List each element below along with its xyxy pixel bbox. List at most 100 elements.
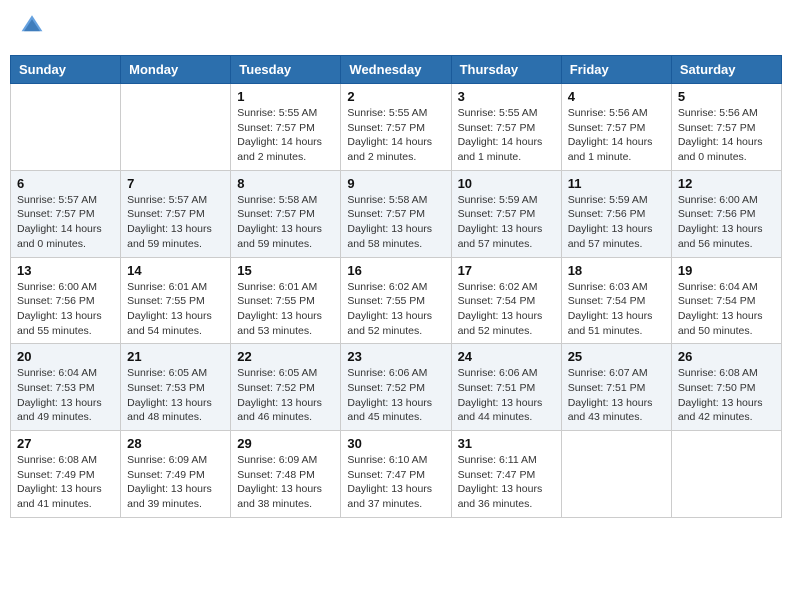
day-number: 20: [17, 349, 114, 364]
calendar-cell: 28 Sunrise: 6:09 AM Sunset: 7:49 PM Dayli…: [121, 431, 231, 518]
calendar-row: 13 Sunrise: 6:00 AM Sunset: 7:56 PM Dayli…: [11, 257, 782, 344]
day-detail: Sunrise: 6:05 AM Sunset: 7:53 PM Dayligh…: [127, 366, 224, 425]
weekday-header: Friday: [561, 56, 671, 84]
day-number: 6: [17, 176, 114, 191]
calendar-cell: 18 Sunrise: 6:03 AM Sunset: 7:54 PM Dayli…: [561, 257, 671, 344]
day-number: 13: [17, 263, 114, 278]
calendar-cell: 16Sunrise: 6:02 AM Sunset: 7:55 PM Dayli…: [341, 257, 451, 344]
calendar-row: 20 Sunrise: 6:04 AM Sunset: 7:53 PM Dayli…: [11, 344, 782, 431]
calendar-cell: 22Sunrise: 6:05 AM Sunset: 7:52 PM Dayli…: [231, 344, 341, 431]
day-detail: Sunrise: 6:00 AM Sunset: 7:56 PM Dayligh…: [17, 280, 114, 339]
calendar-cell: 20 Sunrise: 6:04 AM Sunset: 7:53 PM Dayli…: [11, 344, 121, 431]
calendar-cell: [561, 431, 671, 518]
calendar-cell: 10 Sunrise: 5:59 AM Sunset: 7:57 PM Dayli…: [451, 170, 561, 257]
weekday-header: Tuesday: [231, 56, 341, 84]
weekday-header: Sunday: [11, 56, 121, 84]
calendar-cell: 8 Sunrise: 5:58 AM Sunset: 7:57 PM Daylig…: [231, 170, 341, 257]
day-detail: Sunrise: 5:59 AM Sunset: 7:56 PM Dayligh…: [568, 193, 665, 252]
day-detail: Sunrise: 5:56 AM Sunset: 7:57 PM Dayligh…: [678, 106, 775, 165]
calendar-cell: 15 Sunrise: 6:01 AM Sunset: 7:55 PM Dayli…: [231, 257, 341, 344]
day-detail: Sunrise: 5:58 AM Sunset: 7:57 PM Dayligh…: [347, 193, 444, 252]
day-detail: Sunrise: 6:09 AM Sunset: 7:49 PM Dayligh…: [127, 453, 224, 512]
day-detail: Sunrise: 6:00 AM Sunset: 7:56 PM Dayligh…: [678, 193, 775, 252]
day-detail: Sunrise: 6:04 AM Sunset: 7:53 PM Dayligh…: [17, 366, 114, 425]
calendar-cell: 24 Sunrise: 6:06 AM Sunset: 7:51 PM Dayli…: [451, 344, 561, 431]
day-detail: Sunrise: 6:03 AM Sunset: 7:54 PM Dayligh…: [568, 280, 665, 339]
weekday-header: Saturday: [671, 56, 781, 84]
calendar-row: 6 Sunrise: 5:57 AM Sunset: 7:57 PM Daylig…: [11, 170, 782, 257]
calendar-row: 1 Sunrise: 5:55 AM Sunset: 7:57 PM Daylig…: [11, 84, 782, 171]
calendar-cell: 25Sunrise: 6:07 AM Sunset: 7:51 PM Dayli…: [561, 344, 671, 431]
day-number: 9: [347, 176, 444, 191]
day-number: 31: [458, 436, 555, 451]
day-detail: Sunrise: 6:06 AM Sunset: 7:52 PM Dayligh…: [347, 366, 444, 425]
calendar-cell: 9 Sunrise: 5:58 AM Sunset: 7:57 PM Daylig…: [341, 170, 451, 257]
calendar-cell: 21Sunrise: 6:05 AM Sunset: 7:53 PM Dayli…: [121, 344, 231, 431]
day-number: 19: [678, 263, 775, 278]
calendar-cell: 19 Sunrise: 6:04 AM Sunset: 7:54 PM Dayli…: [671, 257, 781, 344]
calendar-cell: [11, 84, 121, 171]
day-detail: Sunrise: 5:55 AM Sunset: 7:57 PM Dayligh…: [237, 106, 334, 165]
calendar-cell: 11 Sunrise: 5:59 AM Sunset: 7:56 PM Dayli…: [561, 170, 671, 257]
calendar-cell: 27 Sunrise: 6:08 AM Sunset: 7:49 PM Dayli…: [11, 431, 121, 518]
day-detail: Sunrise: 6:02 AM Sunset: 7:54 PM Dayligh…: [458, 280, 555, 339]
day-number: 30: [347, 436, 444, 451]
day-number: 10: [458, 176, 555, 191]
calendar-cell: 26Sunrise: 6:08 AM Sunset: 7:50 PM Dayli…: [671, 344, 781, 431]
calendar-cell: 6 Sunrise: 5:57 AM Sunset: 7:57 PM Daylig…: [11, 170, 121, 257]
day-detail: Sunrise: 6:08 AM Sunset: 7:49 PM Dayligh…: [17, 453, 114, 512]
calendar-cell: 1 Sunrise: 5:55 AM Sunset: 7:57 PM Daylig…: [231, 84, 341, 171]
calendar-cell: 17 Sunrise: 6:02 AM Sunset: 7:54 PM Dayli…: [451, 257, 561, 344]
day-number: 23: [347, 349, 444, 364]
logo-icon: [20, 13, 44, 35]
calendar-cell: 13 Sunrise: 6:00 AM Sunset: 7:56 PM Dayli…: [11, 257, 121, 344]
day-detail: Sunrise: 5:58 AM Sunset: 7:57 PM Dayligh…: [237, 193, 334, 252]
day-detail: Sunrise: 6:04 AM Sunset: 7:54 PM Dayligh…: [678, 280, 775, 339]
day-number: 18: [568, 263, 665, 278]
calendar-cell: 5Sunrise: 5:56 AM Sunset: 7:57 PM Daylig…: [671, 84, 781, 171]
calendar-cell: 4 Sunrise: 5:56 AM Sunset: 7:57 PM Daylig…: [561, 84, 671, 171]
day-number: 15: [237, 263, 334, 278]
day-detail: Sunrise: 5:55 AM Sunset: 7:57 PM Dayligh…: [347, 106, 444, 165]
day-number: 27: [17, 436, 114, 451]
day-detail: Sunrise: 5:59 AM Sunset: 7:57 PM Dayligh…: [458, 193, 555, 252]
day-detail: Sunrise: 5:57 AM Sunset: 7:57 PM Dayligh…: [17, 193, 114, 252]
calendar-cell: 14 Sunrise: 6:01 AM Sunset: 7:55 PM Dayli…: [121, 257, 231, 344]
calendar-cell: 3 Sunrise: 5:55 AM Sunset: 7:57 PM Daylig…: [451, 84, 561, 171]
day-detail: Sunrise: 5:56 AM Sunset: 7:57 PM Dayligh…: [568, 106, 665, 165]
day-number: 29: [237, 436, 334, 451]
day-number: 8: [237, 176, 334, 191]
calendar-cell: 7Sunrise: 5:57 AM Sunset: 7:57 PM Daylig…: [121, 170, 231, 257]
day-number: 1: [237, 89, 334, 104]
day-number: 3: [458, 89, 555, 104]
day-detail: Sunrise: 6:01 AM Sunset: 7:55 PM Dayligh…: [237, 280, 334, 339]
day-detail: Sunrise: 6:09 AM Sunset: 7:48 PM Dayligh…: [237, 453, 334, 512]
day-number: 2: [347, 89, 444, 104]
calendar-cell: 30Sunrise: 6:10 AM Sunset: 7:47 PM Dayli…: [341, 431, 451, 518]
calendar-cell: 23 Sunrise: 6:06 AM Sunset: 7:52 PM Dayli…: [341, 344, 451, 431]
day-detail: Sunrise: 5:55 AM Sunset: 7:57 PM Dayligh…: [458, 106, 555, 165]
logo: [20, 15, 46, 40]
calendar-row: 27 Sunrise: 6:08 AM Sunset: 7:49 PM Dayli…: [11, 431, 782, 518]
day-number: 11: [568, 176, 665, 191]
calendar-cell: 31 Sunrise: 6:11 AM Sunset: 7:47 PM Dayli…: [451, 431, 561, 518]
calendar-cell: [671, 431, 781, 518]
day-number: 17: [458, 263, 555, 278]
weekday-header: Monday: [121, 56, 231, 84]
calendar-cell: 12 Sunrise: 6:00 AM Sunset: 7:56 PM Dayli…: [671, 170, 781, 257]
day-number: 26: [678, 349, 775, 364]
day-number: 28: [127, 436, 224, 451]
day-number: 24: [458, 349, 555, 364]
day-detail: Sunrise: 6:01 AM Sunset: 7:55 PM Dayligh…: [127, 280, 224, 339]
day-number: 7: [127, 176, 224, 191]
day-detail: Sunrise: 6:07 AM Sunset: 7:51 PM Dayligh…: [568, 366, 665, 425]
day-number: 12: [678, 176, 775, 191]
day-number: 16: [347, 263, 444, 278]
day-number: 14: [127, 263, 224, 278]
calendar-cell: [121, 84, 231, 171]
calendar-cell: 29 Sunrise: 6:09 AM Sunset: 7:48 PM Dayli…: [231, 431, 341, 518]
day-number: 4: [568, 89, 665, 104]
calendar-cell: 2 Sunrise: 5:55 AM Sunset: 7:57 PM Daylig…: [341, 84, 451, 171]
day-detail: Sunrise: 6:11 AM Sunset: 7:47 PM Dayligh…: [458, 453, 555, 512]
day-detail: Sunrise: 6:06 AM Sunset: 7:51 PM Dayligh…: [458, 366, 555, 425]
